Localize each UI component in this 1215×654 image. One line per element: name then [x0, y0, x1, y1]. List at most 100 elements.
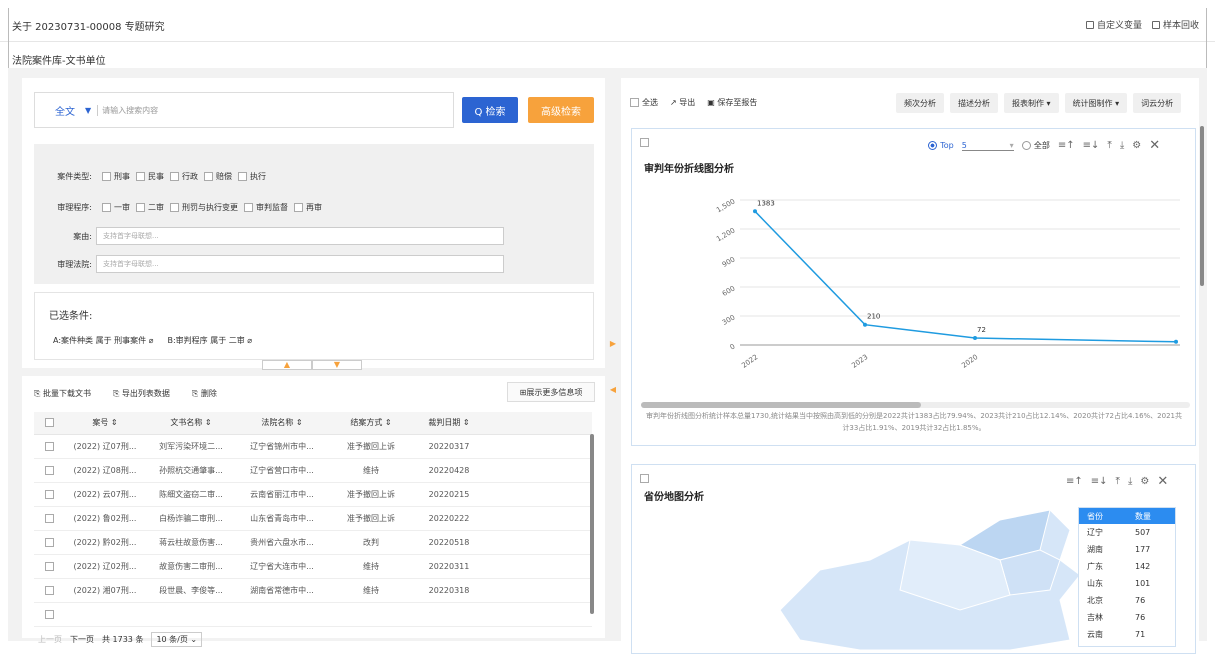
chart-menu-button[interactable]: 统计图制作 ▾: [1064, 93, 1128, 113]
data-point[interactable]: [973, 336, 977, 341]
row-checkbox-cell[interactable]: [34, 458, 64, 483]
row-checkbox-cell[interactable]: [34, 482, 64, 507]
checkbox[interactable]: [44, 609, 54, 619]
checkbox[interactable]: [244, 203, 253, 212]
collapse-down-button[interactable]: ▼: [312, 360, 362, 370]
report-menu-button[interactable]: 报表制作 ▾: [1004, 93, 1059, 113]
batch-download-button[interactable]: ⎘ 批量下载文书: [34, 388, 91, 399]
sort-asc-icon[interactable]: ≡↑: [1058, 140, 1075, 151]
col-court[interactable]: 法院名称 ⇕: [236, 412, 328, 435]
export-button[interactable]: ↗ 导出: [670, 97, 695, 108]
checkbox[interactable]: [44, 418, 54, 428]
checkbox[interactable]: [44, 441, 54, 451]
checkbox[interactable]: [102, 172, 111, 181]
checkbox[interactable]: [44, 537, 54, 547]
variable-icon: [1085, 20, 1094, 29]
sort-bottom-icon[interactable]: ⤓: [1120, 140, 1124, 151]
select-all-cell[interactable]: [34, 412, 64, 435]
table-row[interactable]: (2022) 云07刑... 陈细文盗窃二审... 云南省丽江市中... 准予撤回上诉…: [34, 482, 592, 507]
sort-desc-icon[interactable]: ≡↓: [1083, 140, 1100, 151]
checkbox[interactable]: [44, 489, 54, 499]
checkbox[interactable]: [44, 585, 54, 595]
sample-recycle-button[interactable]: 样本回收: [1151, 18, 1199, 31]
checkbox[interactable]: [630, 98, 639, 107]
legend-row: 辽宁 507: [1079, 524, 1175, 541]
data-point[interactable]: [863, 322, 867, 327]
scope-select[interactable]: 全文: [55, 103, 75, 118]
table-row[interactable]: [34, 602, 592, 627]
table-scrollbar[interactable]: [590, 434, 594, 614]
card-checkbox[interactable]: [640, 474, 649, 483]
panel-scrollbar[interactable]: [1200, 126, 1204, 286]
checkbox[interactable]: [44, 465, 54, 475]
sort-top-icon[interactable]: ⤒: [1107, 140, 1111, 151]
row-checkbox-cell[interactable]: [34, 602, 64, 627]
row-checkbox-cell[interactable]: [34, 554, 64, 579]
top-n-select[interactable]: 5 ▾: [961, 141, 1014, 151]
chevron-down-icon[interactable]: ▼: [85, 106, 91, 115]
condition-chip[interactable]: B:审判程序 属于 二审 ⌀: [167, 335, 252, 346]
row-checkbox-cell[interactable]: [34, 506, 64, 531]
settings-icon[interactable]: ⚙: [1140, 476, 1149, 487]
close-icon[interactable]: ✕: [1149, 138, 1160, 153]
expand-left-arrow-icon[interactable]: ◀: [608, 380, 618, 400]
table-cell: (2022) 辽08刑...: [64, 458, 146, 483]
table-row[interactable]: (2022) 辽08刑... 孙照杭交通肇事... 辽宁省营口市中... 维持 2022…: [34, 458, 592, 483]
row-checkbox-cell[interactable]: [34, 434, 64, 459]
row-checkbox-cell[interactable]: [34, 578, 64, 603]
col-doc-name[interactable]: 文书名称 ⇕: [146, 412, 236, 435]
chart-scroll-thumb[interactable]: [641, 402, 921, 408]
close-icon[interactable]: ✕: [1157, 474, 1168, 489]
collapse-up-button[interactable]: ▲: [262, 360, 312, 370]
col-result[interactable]: 结案方式 ⇕: [328, 412, 414, 435]
checkbox[interactable]: [238, 172, 247, 181]
top-radio[interactable]: Top: [928, 140, 954, 151]
checkbox[interactable]: [136, 172, 145, 181]
chart-scrollbar[interactable]: [641, 402, 1190, 408]
settings-icon[interactable]: ⚙: [1132, 140, 1141, 151]
sort-top-icon[interactable]: ⤒: [1116, 476, 1120, 487]
show-more-button[interactable]: ⊞ 展示更多信息项: [507, 382, 595, 402]
card-checkbox[interactable]: [640, 138, 649, 147]
search-input[interactable]: 请输入搜索内容: [97, 104, 158, 116]
custom-variable-button[interactable]: 自定义变量: [1085, 18, 1142, 31]
page-size-select[interactable]: 10 条/页 ⌄: [151, 632, 203, 647]
expand-right-arrow-icon[interactable]: ▶: [608, 334, 618, 354]
table-row[interactable]: (2022) 辽02刑... 故意伤害二审刑... 辽宁省大连市中... 维持 2022…: [34, 554, 592, 579]
next-page-button[interactable]: 下一页: [70, 634, 94, 645]
col-date[interactable]: 裁判日期 ⇕: [414, 412, 484, 435]
checkbox[interactable]: [44, 513, 54, 523]
table-row[interactable]: (2022) 黔02刑... 蒋云柱故意伤害... 贵州省六盘水市... 改判 2022…: [34, 530, 592, 555]
checkbox[interactable]: [102, 203, 111, 212]
all-radio[interactable]: 全部: [1021, 140, 1050, 151]
data-point[interactable]: [753, 209, 757, 214]
checkbox[interactable]: [44, 561, 54, 571]
frequency-analysis-button[interactable]: 频次分析: [896, 93, 944, 113]
table-row[interactable]: (2022) 辽07刑... 刘军污染环境二... 辽宁省锦州市中... 准予撤回上诉…: [34, 434, 592, 459]
table-row[interactable]: (2022) 鲁02刑... 白杨诈骗二审刑... 山东省青岛市中... 准予撤回上诉…: [34, 506, 592, 531]
court-input[interactable]: 支持首字母联想...: [96, 255, 504, 273]
search-button[interactable]: Q 检索: [462, 97, 518, 123]
checkbox[interactable]: [294, 203, 303, 212]
save-report-button[interactable]: ▣ 保存至报告: [707, 97, 757, 108]
export-list-button[interactable]: ⎘ 导出列表数据: [113, 388, 170, 399]
col-case-no[interactable]: 案号 ⇕: [64, 412, 146, 435]
descriptive-analysis-button[interactable]: 描述分析: [950, 93, 998, 113]
prev-page-button[interactable]: 上一页: [38, 634, 62, 645]
row-checkbox-cell[interactable]: [34, 530, 64, 555]
advanced-search-button[interactable]: 高级检索: [528, 97, 594, 123]
checkbox[interactable]: [136, 203, 145, 212]
sort-bottom-icon[interactable]: ⤓: [1128, 476, 1132, 487]
checkbox[interactable]: [170, 172, 179, 181]
checkbox[interactable]: [204, 172, 213, 181]
data-point[interactable]: [1174, 339, 1178, 344]
delete-button[interactable]: ⎘ 删除: [192, 388, 217, 399]
sort-asc-icon[interactable]: ≡↑: [1066, 476, 1083, 487]
select-all-toggle[interactable]: 全选: [630, 97, 658, 108]
checkbox[interactable]: [170, 203, 179, 212]
condition-chip[interactable]: A:案件种类 属于 刑事案件 ⌀: [53, 335, 153, 346]
sort-desc-icon[interactable]: ≡↓: [1091, 476, 1108, 487]
table-row[interactable]: (2022) 湘07刑... 段世晨、李俊等... 湖南省常德市中... 维持 2022…: [34, 578, 592, 603]
cause-input[interactable]: 支持首字母联想...: [96, 227, 504, 245]
word-cloud-button[interactable]: 词云分析: [1133, 93, 1182, 113]
